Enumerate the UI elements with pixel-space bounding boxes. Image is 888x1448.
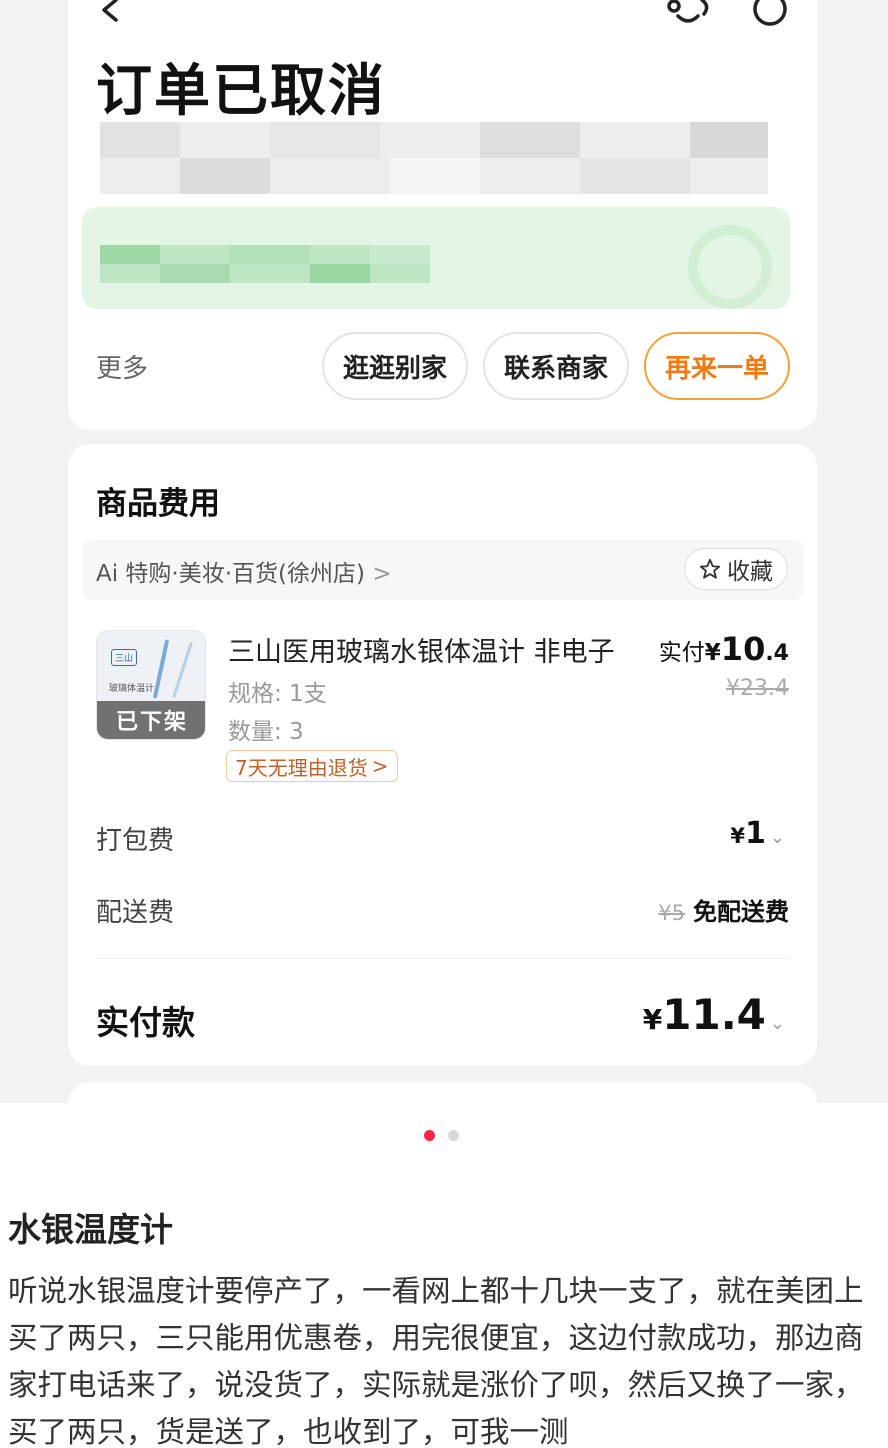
delisted-badge: 已下架 [97,701,205,739]
next-card [68,1082,817,1103]
post-body: 听说水银温度计要停产了，一看网上都十几块一支了，就在美团上买了两只，三只能用优惠… [8,1274,864,1448]
reorder-button[interactable]: 再来一单 [644,332,790,400]
page-title: 订单已取消 [96,59,386,124]
chevron-down-icon: ⌄ [769,1013,785,1034]
product-spec: 规格: 1支 [228,681,327,707]
customer-service-icon[interactable] [664,0,714,30]
store-row[interactable]: Ai 特购·美妆·百货(徐州店) > 收藏 [82,540,804,600]
paid-label: 实付 [658,640,705,666]
paid-price: 实付¥10.4 [659,630,789,668]
delivery-fee-value: ¥5 免配送费 [658,892,789,927]
more-options[interactable]: 更多 [96,348,148,385]
packing-currency: ¥ [730,824,746,848]
product-quantity: 数量: 3 [228,719,304,745]
total-paid-value[interactable]: ¥11.4 ⌄ [643,990,785,1039]
favorite-label: 收藏 [727,559,773,585]
fees-card [68,444,817,1066]
paid-currency: ¥ [704,640,721,666]
free-delivery-text: 免配送费 [693,898,789,926]
original-price: ¥23.4 [726,676,789,701]
chevron-right-icon: > [372,561,392,587]
star-icon [699,558,721,579]
total-amount: 11.4 [662,990,766,1039]
thumb-package-label: 玻璃体温计 [109,684,155,694]
thermometer-image-2 [172,641,193,699]
redacted-text-block [100,122,768,194]
delivery-status-banner [82,207,790,309]
fees-section-title: 商品费用 [96,486,220,522]
packing-fee-value[interactable]: ¥1 ⌄ [730,816,785,851]
thermometer-image [152,639,170,699]
packing-fee-label: 打包费 [96,826,175,856]
browse-other-stores-button[interactable]: 逛逛别家 [322,332,468,400]
refresh-icon[interactable] [750,0,790,30]
packing-amount: 1 [745,816,766,851]
total-paid-label: 实付款 [96,1003,195,1042]
redacted-status-text [100,245,430,283]
return-policy-text: 7天无理由退货 [235,755,368,780]
delivery-fee-label: 配送费 [96,898,175,928]
back-icon[interactable] [96,0,126,24]
chevron-right-icon: > [371,754,389,778]
check-badge-icon [688,225,772,309]
paid-decimal: .4 [765,641,789,666]
carousel-dot[interactable] [448,1130,459,1141]
store-name-text: Ai 特购·美妆·百货(徐州店) [96,561,366,587]
total-currency: ¥ [642,1003,663,1036]
product-name[interactable]: 三山医用玻璃水银体温计 非电子 [228,630,615,669]
contact-merchant-button[interactable]: 联系商家 [483,332,629,400]
store-name[interactable]: Ai 特购·美妆·百货(徐州店) > [96,554,392,588]
product-thumbnail[interactable]: 三山 玻璃体温计 已下架 [96,630,206,740]
return-policy-tag[interactable]: 7天无理由退货 > [226,750,398,782]
paid-integer: 10 [720,630,766,668]
post-title: 水银温度计 [8,1210,173,1249]
order-screenshot: 订单已取消 更多 逛逛别家 联系商家 再来一单 商品费用 Ai 特购·美妆·百货… [0,0,888,1103]
divider [96,958,790,959]
thumb-brand-logo: 三山 [111,649,138,666]
delivery-original-fee: ¥5 [658,901,685,925]
carousel-indicator[interactable] [424,1130,464,1142]
chevron-down-icon: ⌄ [769,827,785,848]
carousel-dot-active[interactable] [424,1130,435,1141]
favorite-button[interactable]: 收藏 [684,548,788,590]
